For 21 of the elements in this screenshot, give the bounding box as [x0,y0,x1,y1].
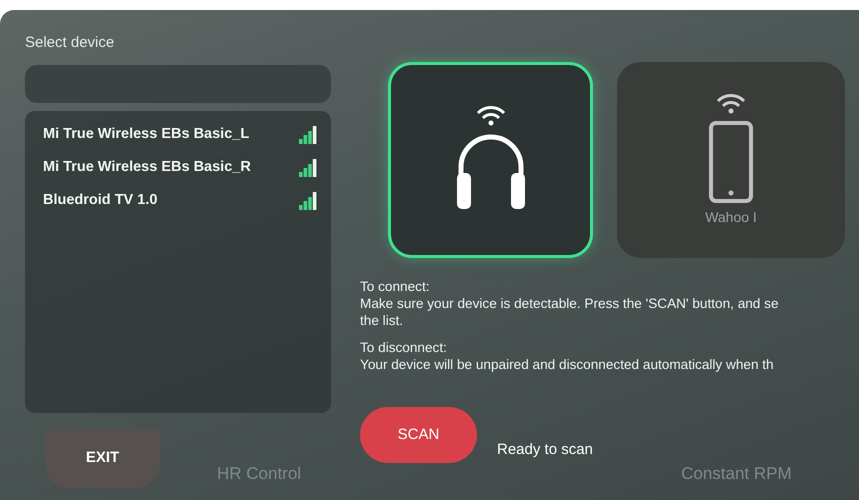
device-name[interactable]: Bluedroid TV 1.0 [43,190,158,212]
device-type-label: Wahoo I [705,208,757,226]
search-field[interactable] [25,64,331,102]
device-type-card[interactable]: Wahoo I [617,62,845,258]
help-heading: To connect: [360,278,431,295]
background-mode-label: Constant RPM [681,462,792,484]
status-text: Ready to scan [497,440,593,460]
exit-button[interactable]: EXIT [45,430,160,488]
background-mode-label: HR Control [217,462,302,484]
signal-icon [299,126,317,144]
device-name[interactable]: Mi True Wireless EBs Basic_L [43,124,250,146]
help-heading: To disconnect: [360,339,448,356]
help-text: Your device will be unpaired and disconnected automatically when th [360,356,775,373]
help-text: the list. [360,312,404,329]
panel-title: Select device [25,33,116,53]
device-type-card[interactable] [388,62,593,258]
device-name[interactable]: Mi True Wireless EBs Basic_R [43,157,251,179]
signal-icon [299,159,317,177]
signal-icon [299,192,317,210]
scan-button[interactable]: SCAN [360,407,477,463]
help-text: Make sure your device is detectable. Press the 'SCAN' button, and se [360,295,780,312]
